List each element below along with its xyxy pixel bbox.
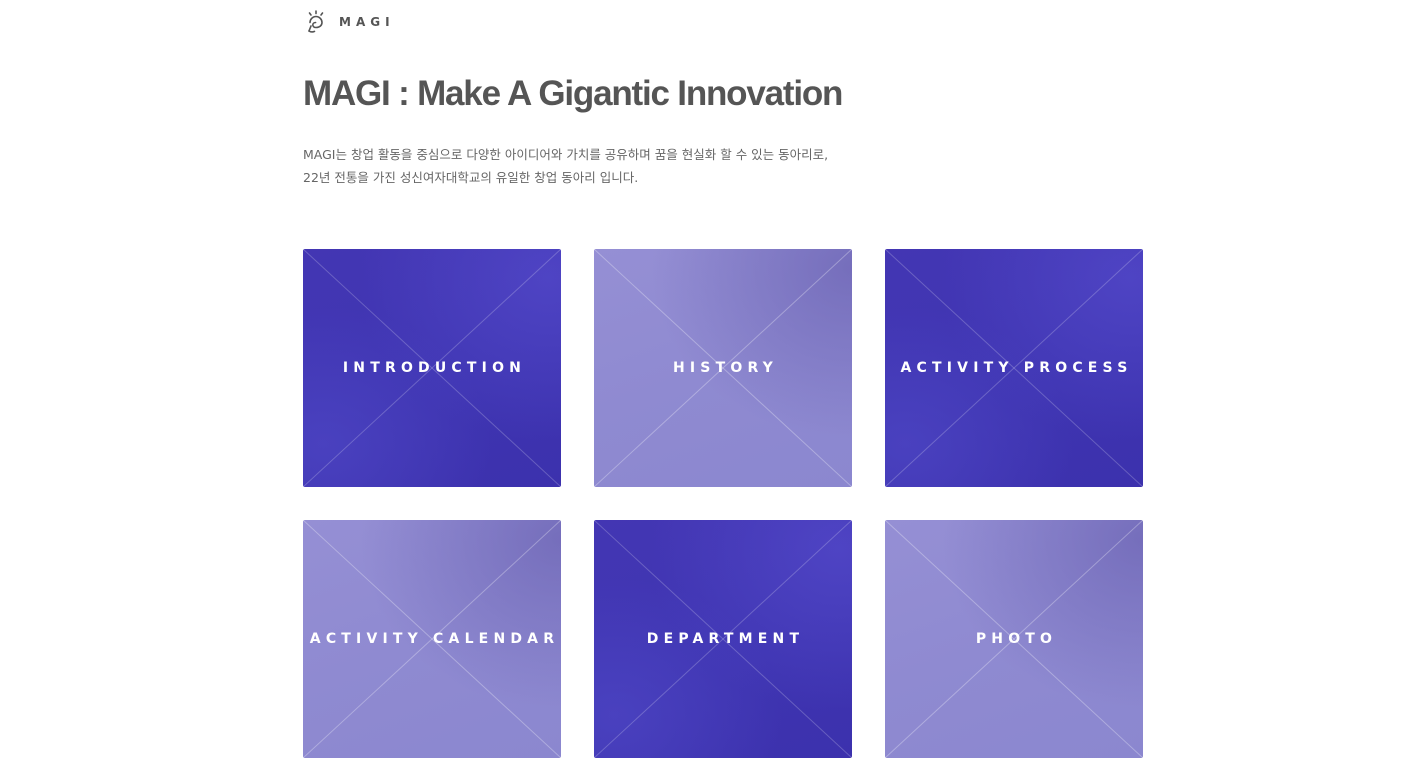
tile-activity-calendar[interactable]: ACTIVITY CALENDAR	[303, 520, 561, 758]
menu-grid: INTRODUCTION HISTORY ACTIVITY PROCESS AC…	[303, 249, 1143, 758]
tile-label: DEPARTMENT	[646, 631, 805, 647]
tile-label: PHOTO	[975, 631, 1058, 647]
tile-history[interactable]: HISTORY	[594, 249, 852, 487]
tile-label: ACTIVITY CALENDAR	[309, 631, 560, 647]
page: MAGI MAGI : Make A Gigantic Innovation M…	[0, 0, 1417, 777]
intro-description: MAGI는 창업 활동을 중심으로 다양한 아이디어와 가치를 공유하며 꿈을 …	[303, 143, 828, 189]
tile-label: HISTORY	[672, 360, 778, 376]
tile-introduction[interactable]: INTRODUCTION	[303, 249, 561, 487]
tile-activity-process[interactable]: ACTIVITY PROCESS	[885, 249, 1143, 487]
description-line-2: 22년 전통을 가진 성신여자대학교의 유일한 창업 동아리 입니다.	[303, 170, 639, 185]
tile-label: ACTIVITY PROCESS	[900, 360, 1133, 376]
tile-photo[interactable]: PHOTO	[885, 520, 1143, 758]
lightbulb-logo-icon[interactable]	[303, 9, 329, 35]
tile-label: INTRODUCTION	[342, 360, 527, 376]
header[interactable]: MAGI	[303, 9, 395, 35]
description-line-1: MAGI는 창업 활동을 중심으로 다양한 아이디어와 가치를 공유하며 꿈을 …	[303, 147, 829, 162]
brand-name[interactable]: MAGI	[339, 15, 395, 29]
page-title: MAGI : Make A Gigantic Innovation	[303, 74, 843, 113]
tile-department[interactable]: DEPARTMENT	[594, 520, 852, 758]
